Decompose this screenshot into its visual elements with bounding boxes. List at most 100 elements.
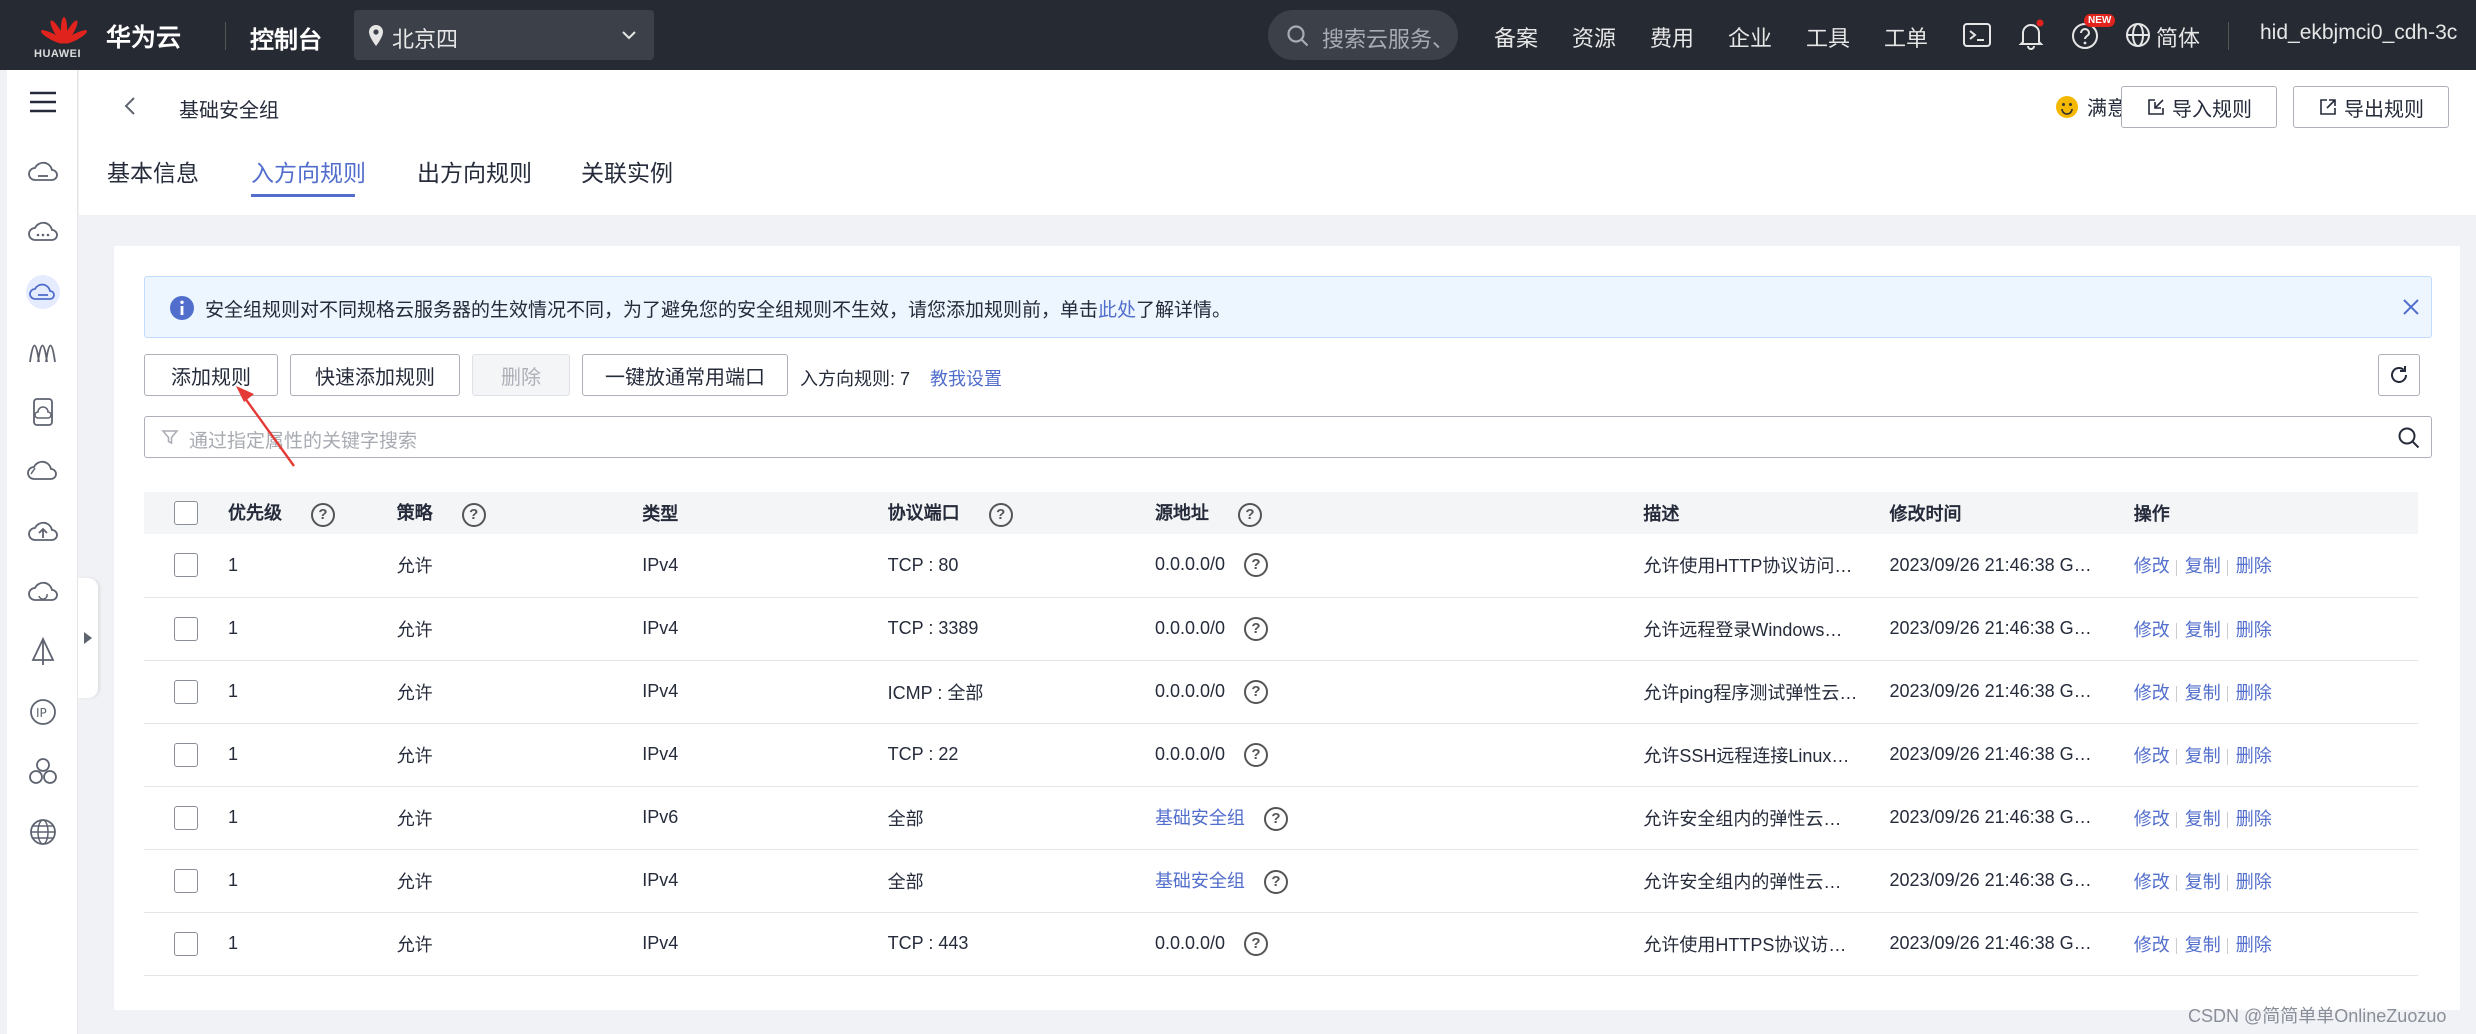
table-row: 1 允许 IPv4 ICMP : 全部 0.0.0.0/0 ? 允许ping程序测试弹性云… <box>144 660 2418 724</box>
rules-card: 安全组规则对不同规格云服务器的生效情况不同，为了避免您的安全组规则不生效，请您添… <box>114 246 2460 1010</box>
vpc-network-icon[interactable] <box>25 274 61 310</box>
col-actions: 操作 <box>2103 492 2418 534</box>
modify-link[interactable]: 修改 <box>2134 935 2170 955</box>
hamburger-menu-icon[interactable] <box>25 84 61 120</box>
globe-dns-icon[interactable] <box>25 814 61 850</box>
help-icon[interactable]: ? <box>311 502 336 527</box>
tab-inbound-rules[interactable]: 入方向规则 <box>251 154 366 188</box>
type-cell: IPv4 <box>612 723 858 787</box>
row-checkbox[interactable] <box>174 742 198 767</box>
cluster-icon[interactable] <box>25 754 61 790</box>
row-checkbox[interactable] <box>174 679 198 704</box>
inbound-rules-table: 优先级 ? 策略 ? 类型 协议端口 ? 源地址 ? 描述 修改时间 操作 1允… <box>144 492 2418 976</box>
source-value[interactable]: 基础安全组 <box>1155 871 1245 891</box>
cloud-shell-icon[interactable] <box>1960 18 1994 52</box>
copy-link[interactable]: 复制 <box>2185 746 2221 766</box>
help-icon[interactable]: ? <box>1244 616 1269 641</box>
copy-link[interactable]: 复制 <box>2185 809 2221 829</box>
row-checkbox[interactable] <box>174 553 198 578</box>
copy-link[interactable]: 复制 <box>2185 935 2221 955</box>
sidebar-expand-handle[interactable] <box>78 578 98 698</box>
tab-basic-info[interactable]: 基本信息 <box>107 154 199 188</box>
help-icon[interactable]: ? <box>1263 870 1288 895</box>
copy-link[interactable]: 复制 <box>2185 872 2221 892</box>
row-checkbox[interactable] <box>174 805 198 830</box>
quick-add-rule-button[interactable]: 快速添加规则 <box>290 354 460 396</box>
keyword-filter-input[interactable]: 通过指定属性的关键字搜索 <box>144 416 2432 458</box>
delete-link[interactable]: 删除 <box>2236 683 2272 703</box>
col-source: 源地址 ? <box>1124 492 1614 534</box>
import-rules-button[interactable]: 导入规则 <box>2121 86 2277 128</box>
row-checkbox[interactable] <box>174 931 198 956</box>
export-rules-button[interactable]: 导出规则 <box>2293 86 2449 128</box>
setup-guide-link[interactable]: 教我设置 <box>930 365 1002 391</box>
menu-tools[interactable]: 工具 <box>1806 21 1850 53</box>
close-icon[interactable] <box>2401 297 2421 317</box>
service-search-input[interactable]: 搜索云服务、 <box>1268 10 1458 60</box>
delete-button-disabled[interactable]: 删除 <box>472 354 570 396</box>
delete-link[interactable]: 删除 <box>2236 620 2272 640</box>
refresh-button[interactable] <box>2378 354 2420 396</box>
cloud-upload-icon[interactable] <box>25 514 61 550</box>
cdn-icon[interactable] <box>25 334 61 370</box>
delete-link[interactable]: 删除 <box>2236 746 2272 766</box>
menu-resources[interactable]: 资源 <box>1572 21 1616 53</box>
copy-link[interactable]: 复制 <box>2185 683 2221 703</box>
bell-notification-icon[interactable] <box>2014 18 2048 52</box>
tab-outbound-rules[interactable]: 出方向规则 <box>417 154 532 188</box>
modify-link[interactable]: 修改 <box>2134 872 2170 892</box>
back-arrow-icon[interactable] <box>119 94 143 118</box>
row-select-cell <box>144 912 198 976</box>
help-icon[interactable]: ? <box>1263 807 1288 832</box>
cloud-backup-icon[interactable] <box>25 574 61 610</box>
notice-details-link[interactable]: 此处 <box>1098 300 1136 321</box>
copy-link[interactable]: 复制 <box>2185 556 2221 576</box>
help-icon[interactable]: ? <box>1237 502 1262 527</box>
tab-associated-instances[interactable]: 关联实例 <box>581 154 673 188</box>
console-link[interactable]: 控制台 <box>250 20 322 55</box>
delete-link[interactable]: 删除 <box>2236 872 2272 892</box>
col-protocol-port: 协议端口 ? <box>857 492 1125 534</box>
help-icon[interactable]: ? <box>1244 679 1269 704</box>
help-icon[interactable]: ? <box>1244 742 1269 767</box>
help-icon[interactable]: ? <box>461 502 486 527</box>
divider <box>2226 874 2228 891</box>
help-icon[interactable]: ? <box>1244 553 1269 578</box>
cloud-server-icon[interactable] <box>25 154 61 190</box>
svg-text:IP: IP <box>36 706 47 720</box>
storage-icon[interactable] <box>25 394 61 430</box>
type-cell: IPv6 <box>612 786 858 850</box>
search-icon[interactable] <box>2397 426 2421 450</box>
rules-table-body: 1 允许 IPv4 TCP : 80 0.0.0.0/0 ? 允许使用HTTP协议访问… 2… <box>144 534 2418 976</box>
modify-link[interactable]: 修改 <box>2134 746 2170 766</box>
modify-link[interactable]: 修改 <box>2134 683 2170 703</box>
region-selector[interactable]: 北京四 <box>354 10 654 60</box>
delete-link[interactable]: 删除 <box>2236 935 2272 955</box>
elastic-ip-icon[interactable]: IP <box>25 694 61 730</box>
copy-link[interactable]: 复制 <box>2185 620 2221 640</box>
row-checkbox[interactable] <box>174 868 198 893</box>
menu-tickets[interactable]: 工单 <box>1884 21 1928 53</box>
nat-gateway-icon[interactable] <box>25 634 61 670</box>
delete-link[interactable]: 删除 <box>2236 556 2272 576</box>
language-selector[interactable]: 简体 <box>2156 21 2200 53</box>
help-icon[interactable]: ? <box>988 502 1013 527</box>
cloud-service-icon[interactable] <box>25 214 61 250</box>
row-checkbox[interactable] <box>174 616 198 641</box>
table-row: 1 允许 IPv6 全部 基础安全组 ? 允许安全组内的弹性云… 2023/09/26 21… <box>144 786 2418 850</box>
menu-beian[interactable]: 备案 <box>1494 21 1538 53</box>
modify-link[interactable]: 修改 <box>2134 620 2170 640</box>
actions-cell: 修改 复制 删除 <box>2103 849 2418 913</box>
brand-name[interactable]: 华为云 <box>106 18 181 54</box>
select-all-checkbox[interactable] <box>174 501 198 525</box>
open-common-ports-button[interactable]: 一键放通常用端口 <box>582 354 788 396</box>
menu-enterprise[interactable]: 企业 <box>1728 21 1772 53</box>
modify-link[interactable]: 修改 <box>2134 809 2170 829</box>
source-value[interactable]: 基础安全组 <box>1155 808 1245 828</box>
delete-link[interactable]: 删除 <box>2236 809 2272 829</box>
help-icon[interactable]: ? <box>1244 931 1269 956</box>
cloud-stack-icon[interactable] <box>25 454 61 490</box>
account-username[interactable]: hid_ekbjmci0_cdh-3c <box>2260 21 2457 45</box>
modify-link[interactable]: 修改 <box>2134 556 2170 576</box>
menu-billing[interactable]: 费用 <box>1650 21 1694 53</box>
